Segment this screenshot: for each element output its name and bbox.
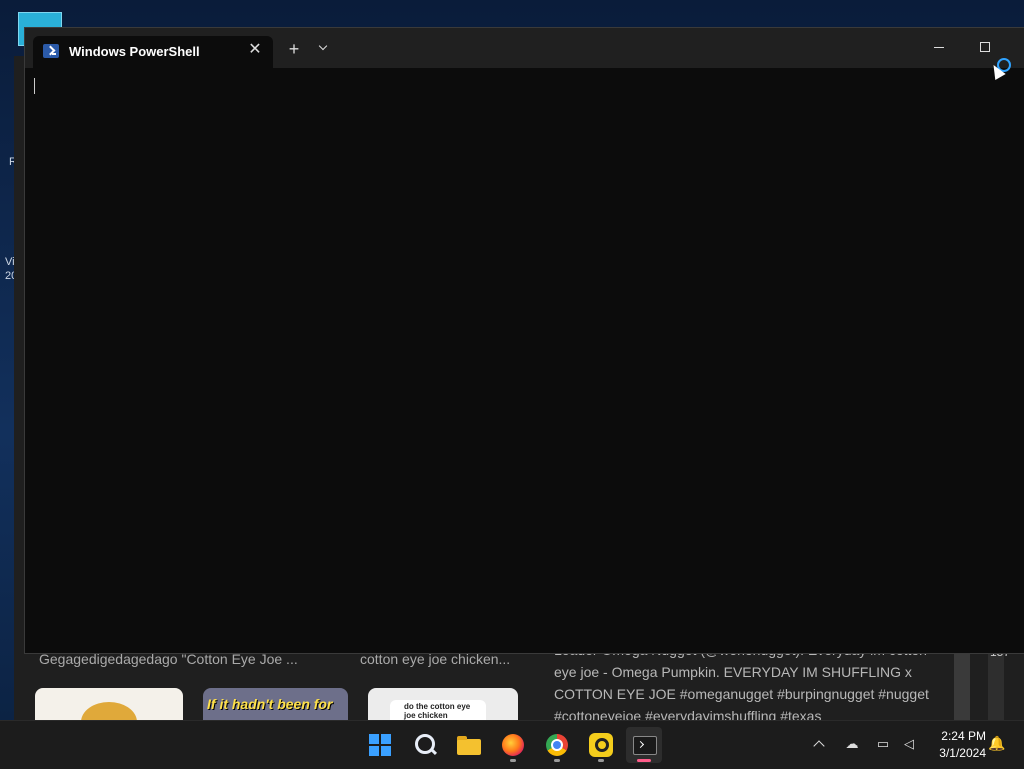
- title-bar[interactable]: Windows PowerShell ✕ +: [25, 28, 1024, 68]
- start-button[interactable]: [362, 727, 398, 763]
- clock-time[interactable]: 2:24 PM: [926, 729, 986, 743]
- firefox-icon[interactable]: [495, 727, 531, 763]
- folder-icon[interactable]: [451, 727, 487, 763]
- active-indicator: [637, 759, 651, 762]
- text-caret: [34, 78, 35, 94]
- thumbnail-text: If it hadn't been for: [207, 696, 333, 712]
- volume-muted-icon[interactable]: ◁: [900, 736, 918, 752]
- new-tab-button[interactable]: +: [283, 38, 305, 60]
- running-indicator: [598, 759, 604, 762]
- chevron-down-icon[interactable]: [313, 38, 335, 60]
- yellow-app-icon[interactable]: [583, 727, 619, 763]
- clock-date[interactable]: 3/1/2024: [926, 746, 986, 760]
- running-indicator: [510, 759, 516, 762]
- video-caption[interactable]: cotton eye joe chicken...: [360, 651, 510, 667]
- taskbar: ☁ ▭ ◁ 2:24 PM 3/1/2024 🔔: [0, 720, 1024, 769]
- video-caption[interactable]: Gegagedigedagedago "Cotton Eye Joe ...: [39, 651, 298, 667]
- scrollbar[interactable]: [954, 652, 970, 720]
- video-description: Leader Omega Nugget (@wenonugget). Every…: [554, 644, 929, 720]
- tab-windows-powershell[interactable]: Windows PowerShell ✕: [33, 36, 273, 68]
- search-icon[interactable]: [407, 727, 443, 763]
- close-tab-icon[interactable]: ✕: [245, 40, 265, 60]
- tab-title: Windows PowerShell: [69, 44, 200, 59]
- powershell-icon: [43, 44, 59, 58]
- chrome-icon[interactable]: [539, 727, 575, 763]
- chevron-up-icon[interactable]: [812, 737, 826, 751]
- notification-bell-icon[interactable]: 🔔: [988, 735, 1005, 753]
- minimize-button[interactable]: [925, 36, 953, 60]
- maximize-button[interactable]: [971, 36, 999, 60]
- running-indicator: [554, 759, 560, 762]
- terminal-icon[interactable]: [626, 727, 662, 763]
- cloud-off-icon[interactable]: ☁: [843, 736, 861, 752]
- terminal-window: Windows PowerShell ✕ +: [25, 28, 1024, 653]
- console-area[interactable]: [25, 68, 1024, 653]
- scrollbar[interactable]: [988, 652, 1004, 720]
- network-icon[interactable]: ▭: [874, 736, 892, 752]
